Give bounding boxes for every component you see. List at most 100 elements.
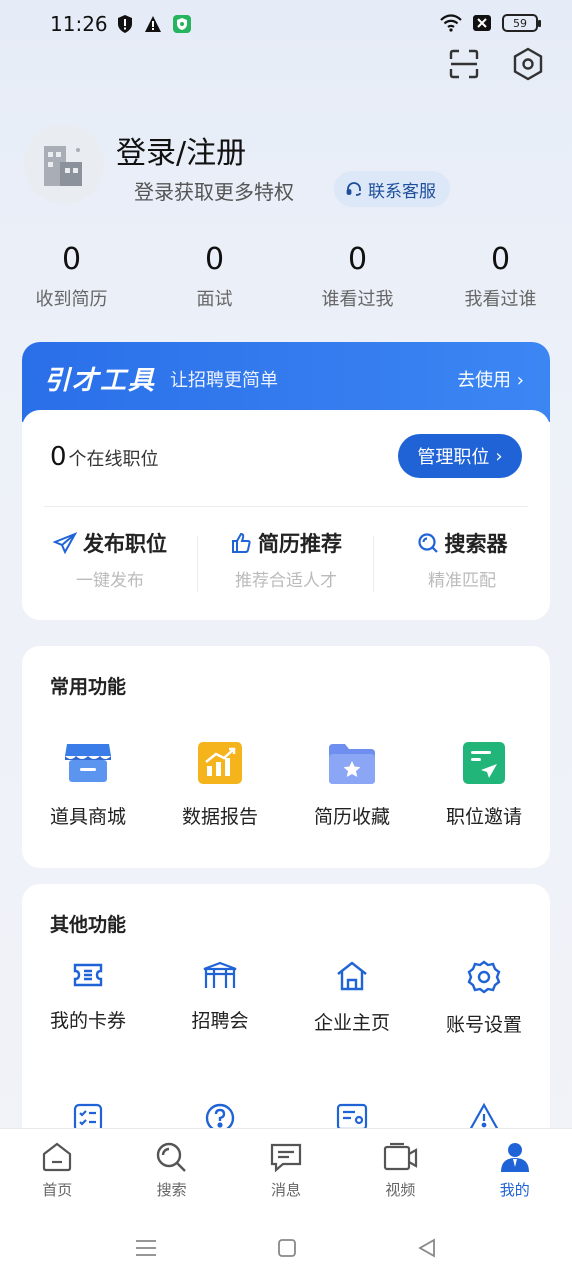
contact-service-label: 联系客服	[368, 181, 436, 202]
quick-desc: 一键发布	[76, 571, 144, 591]
hexagon-settings-icon	[513, 47, 543, 81]
feature-label: 简历收藏	[313, 806, 390, 828]
status-icons-left	[116, 14, 192, 34]
status-time: 11:26	[50, 12, 108, 36]
online-jobs: 0 个在线职位	[50, 442, 159, 472]
stat-value: 0	[347, 242, 368, 277]
message-icon	[270, 1143, 302, 1173]
search-icon	[417, 533, 438, 553]
home-tab-icon	[43, 1142, 72, 1172]
divider	[44, 506, 528, 507]
feature-label: 企业主页	[313, 1012, 390, 1034]
quick-title: 发布职位	[83, 532, 167, 556]
quick-title: 搜索器	[444, 532, 508, 556]
common-features-card: 常用功能 道具商城 数据报告 简历收藏 职位邀请	[22, 646, 550, 868]
feature-label: 数据报告	[181, 806, 258, 828]
login-subtitle: 登录获取更多特权	[134, 180, 294, 204]
stat-value: 0	[204, 242, 225, 277]
scan-button[interactable]	[446, 46, 482, 82]
stat-label: 收到简历	[35, 289, 108, 310]
manage-jobs-button[interactable]: 管理职位 ›	[398, 434, 522, 478]
stat-i-viewed[interactable]: 0 我看过谁	[429, 242, 572, 311]
home-icon	[337, 961, 367, 991]
home-square-icon[interactable]	[277, 1238, 297, 1258]
chevron-right-icon: ›	[495, 445, 503, 467]
search-tab-icon	[156, 1142, 186, 1172]
warning-icon	[145, 16, 161, 32]
feature-label: 招聘会	[191, 1010, 249, 1032]
resume-recommend-action[interactable]: 简历推荐 推荐合适人才	[198, 528, 374, 592]
no-sim-icon	[473, 15, 491, 31]
company-homepage-item[interactable]: 企业主页	[286, 960, 418, 1037]
video-icon	[384, 1142, 418, 1171]
send-icon	[53, 532, 77, 554]
data-report-item[interactable]: 数据报告	[154, 740, 286, 829]
common-features-grid: 道具商城 数据报告 简历收藏 职位邀请	[22, 740, 550, 829]
system-nav-bar	[0, 1216, 572, 1280]
tools-slogan: 让招聘更简单	[170, 370, 278, 391]
stat-interviews[interactable]: 0 面试	[143, 242, 286, 311]
login-register-title[interactable]: 登录/注册	[116, 128, 246, 172]
tab-label: 我的	[499, 1181, 530, 1199]
security-app-icon	[173, 15, 191, 33]
shield-alert-icon	[118, 15, 132, 33]
other-features-grid: 我的卡券 招聘会 企业主页 账号设置	[22, 960, 550, 1037]
job-invite-item[interactable]: 职位邀请	[418, 740, 550, 829]
tools-use-link[interactable]: 去使用 ›	[457, 366, 524, 392]
tools-logo: 引才工具	[44, 366, 157, 396]
thumbs-up-icon	[232, 532, 251, 553]
post-job-action[interactable]: 发布职位 一键发布	[22, 528, 198, 592]
scan-icon	[449, 49, 479, 79]
feature-label: 道具商城	[49, 806, 126, 828]
tab-label: 首页	[42, 1181, 73, 1199]
battery-indicator: 59	[502, 14, 541, 32]
invite-icon	[463, 742, 505, 784]
tools-use-label: 去使用	[457, 370, 512, 391]
tab-label: 消息	[270, 1181, 301, 1199]
quick-title: 简历推荐	[258, 532, 342, 556]
menu-icon[interactable]	[135, 1238, 157, 1258]
tab-label: 搜索	[156, 1181, 187, 1199]
tab-messages[interactable]: 消息	[229, 1129, 343, 1216]
battery-level: 59	[513, 16, 527, 30]
chevron-right-icon: ›	[516, 370, 524, 391]
tab-mine[interactable]: 我的	[458, 1129, 572, 1216]
folder-star-icon	[329, 744, 375, 784]
feature-label: 账号设置	[445, 1014, 522, 1036]
tab-search[interactable]: 搜索	[114, 1129, 228, 1216]
contact-service-button[interactable]: 联系客服	[334, 171, 450, 207]
searcher-action[interactable]: 搜索器 精准匹配	[374, 528, 550, 591]
headset-icon	[346, 182, 361, 196]
my-coupons-item[interactable]: 我的卡券	[22, 960, 154, 1037]
online-jobs-count: 0	[50, 442, 67, 472]
other-features-card: 其他功能 我的卡券 招聘会 企业主页 账号设置	[22, 884, 550, 1154]
job-fair-item[interactable]: 招聘会	[154, 960, 286, 1037]
settings-button[interactable]	[510, 46, 546, 82]
manage-jobs-label: 管理职位	[417, 447, 490, 468]
top-actions	[446, 46, 546, 82]
stat-who-viewed-me[interactable]: 0 谁看过我	[286, 242, 429, 311]
section-title: 常用功能	[50, 676, 127, 698]
quick-desc: 推荐合适人才	[235, 571, 337, 591]
section-title: 其他功能	[50, 914, 127, 936]
store-icon	[65, 744, 111, 782]
feature-label: 职位邀请	[445, 806, 522, 828]
status-icons-right: 59	[440, 14, 541, 32]
tab-label: 视频	[385, 1181, 416, 1199]
stats-row: 0 收到简历 0 面试 0 谁看过我 0 我看过谁	[0, 242, 572, 311]
account-settings-item[interactable]: 账号设置	[418, 960, 550, 1037]
tab-video[interactable]: 视频	[343, 1129, 457, 1216]
prop-store-item[interactable]: 道具商城	[22, 740, 154, 829]
stat-received-resumes[interactable]: 0 收到简历	[0, 242, 143, 311]
quick-desc: 精准匹配	[428, 571, 496, 591]
tab-home[interactable]: 首页	[0, 1129, 114, 1216]
profile-icon	[500, 1143, 529, 1172]
quick-actions: 发布职位 一键发布 简历推荐 推荐合适人才 搜索器 精准匹配	[22, 528, 550, 592]
stat-label: 谁看过我	[321, 289, 394, 310]
stat-value: 0	[61, 242, 82, 277]
back-icon[interactable]	[417, 1238, 437, 1258]
feature-label: 我的卡券	[49, 1010, 126, 1032]
stat-label: 我看过谁	[464, 289, 537, 310]
avatar[interactable]	[24, 124, 104, 204]
resume-favorites-item[interactable]: 简历收藏	[286, 740, 418, 829]
